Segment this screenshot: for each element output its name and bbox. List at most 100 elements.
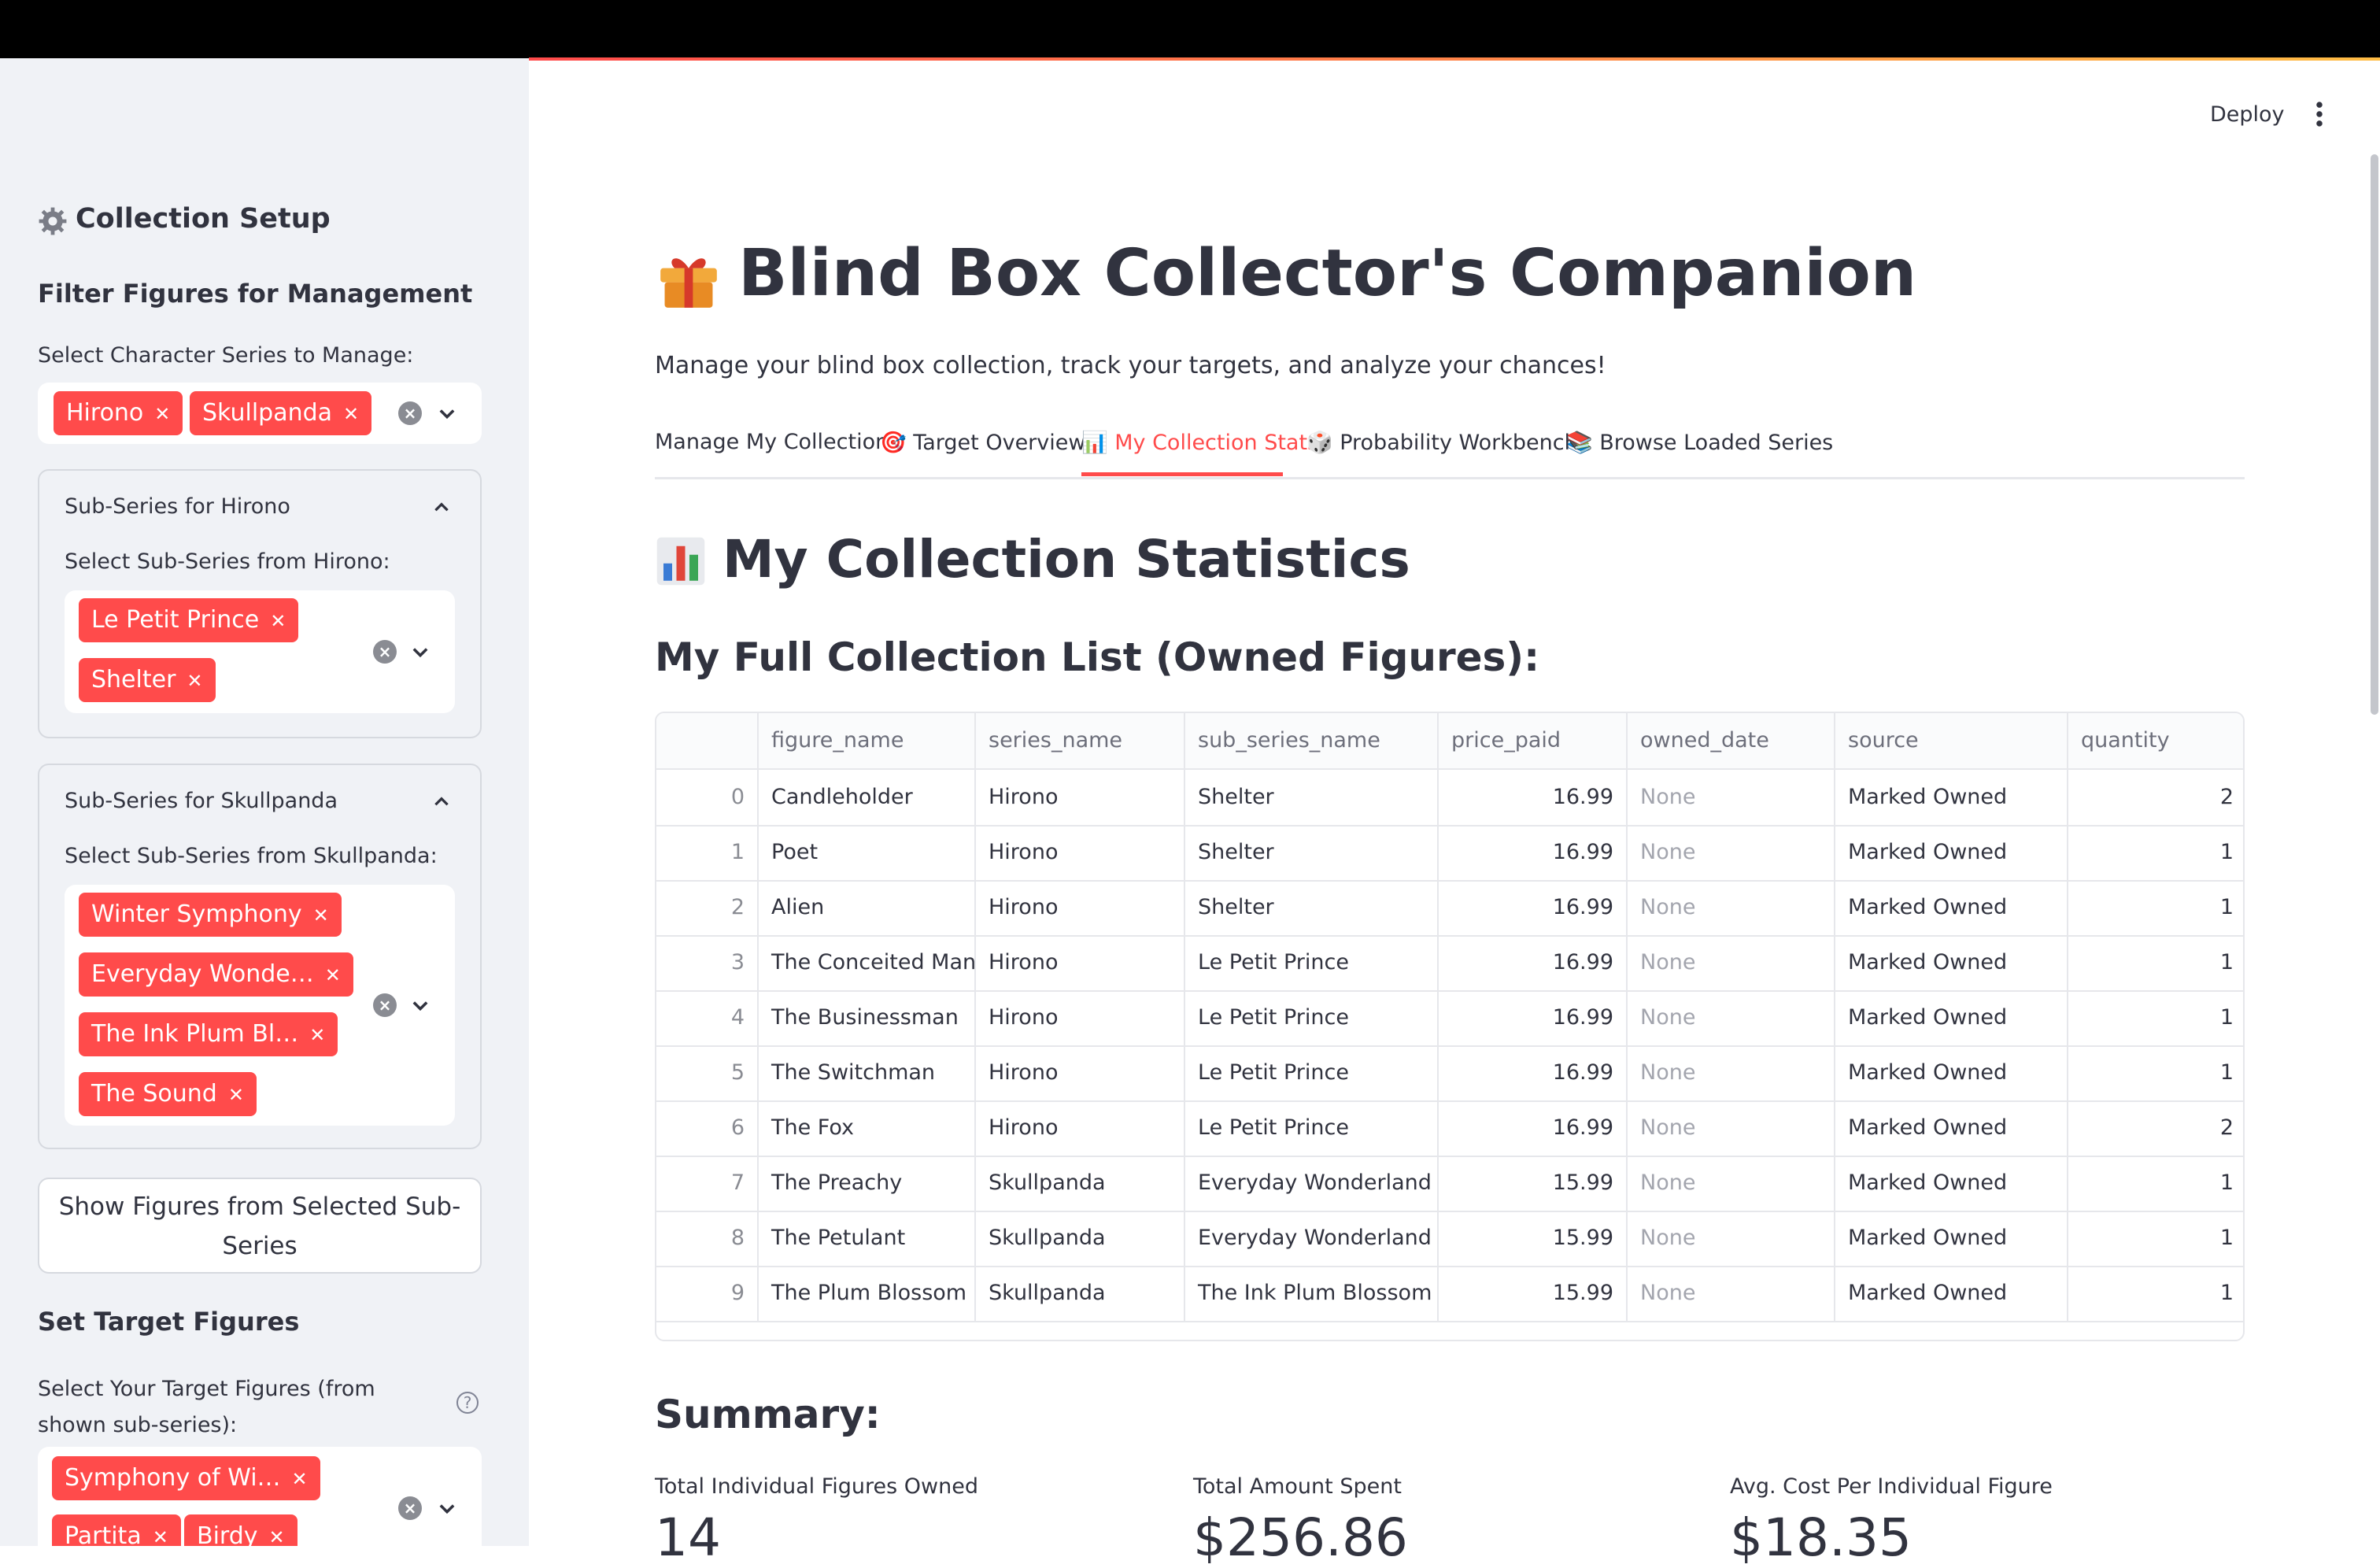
table-cell[interactable]: 1 — [2068, 935, 2243, 990]
table-cell[interactable]: 1 — [2068, 1156, 2243, 1211]
more-menu-icon[interactable] — [2314, 101, 2325, 128]
table-cell[interactable]: None — [1628, 1100, 1835, 1156]
table-cell[interactable]: Hirono — [976, 1100, 1185, 1156]
subseries-tag[interactable]: The Ink Plum Bl… ✕ — [79, 1012, 338, 1056]
table-cell[interactable]: Le Petit Prince — [1185, 1100, 1439, 1156]
table-cell[interactable]: Marked Owned — [1835, 990, 2068, 1045]
remove-icon[interactable]: ✕ — [154, 392, 170, 436]
skullpanda-subseries-multiselect[interactable]: Winter Symphony ✕ Everyday Wonde… ✕ The In… — [65, 885, 455, 1126]
series-tag-hirono[interactable]: Hirono ✕ — [54, 391, 183, 435]
clear-all-icon[interactable]: × — [398, 1496, 422, 1520]
table-cell[interactable]: 16.99 — [1439, 825, 1628, 880]
table-row[interactable]: 1 Poet Hirono Shelter 16.99 None Marked Owned 1 — [656, 825, 2243, 882]
table-cell[interactable]: Marked Owned — [1835, 880, 2068, 935]
row-index-cell[interactable]: 4 — [656, 990, 759, 1045]
table-row[interactable]: 4 The Businessman Hirono Le Petit Prince 16.… — [656, 990, 2243, 1047]
column-header[interactable]: sub_series_name — [1185, 713, 1439, 768]
table-cell[interactable]: 16.99 — [1439, 990, 1628, 1045]
table-cell[interactable]: Le Petit Prince — [1185, 1045, 1439, 1100]
table-cell[interactable]: None — [1628, 1211, 1835, 1266]
table-row[interactable]: 2 Alien Hirono Shelter 16.99 None Marked Owned… — [656, 880, 2243, 937]
show-figures-button[interactable]: Show Figures from Selected Sub-Series — [38, 1178, 482, 1274]
column-header[interactable]: quantity — [2068, 713, 2243, 768]
clear-all-icon[interactable]: × — [398, 401, 422, 425]
chevron-up-icon[interactable] — [431, 792, 452, 812]
table-cell[interactable]: 15.99 — [1439, 1156, 1628, 1211]
table-cell[interactable]: 1 — [2068, 880, 2243, 935]
row-index-cell[interactable]: 5 — [656, 1045, 759, 1100]
table-cell[interactable]: The Conceited Man — [759, 935, 976, 990]
table-cell[interactable]: None — [1628, 825, 1835, 880]
table-cell[interactable]: 2 — [2068, 770, 2243, 825]
table-row[interactable]: 0 Candleholder Hirono Shelter 16.99 None Marke… — [656, 770, 2243, 827]
table-cell[interactable]: Candleholder — [759, 770, 976, 825]
row-index-cell[interactable]: 7 — [656, 1156, 759, 1211]
remove-icon[interactable]: ✕ — [325, 953, 341, 997]
table-cell[interactable]: Everyday Wonderland — [1185, 1156, 1439, 1211]
table-cell[interactable]: None — [1628, 1156, 1835, 1211]
column-header-index[interactable] — [656, 713, 759, 768]
table-cell[interactable]: Alien — [759, 880, 976, 935]
table-cell[interactable]: Marked Owned — [1835, 1266, 2068, 1321]
table-cell[interactable]: 1 — [2068, 990, 2243, 1045]
table-cell[interactable]: None — [1628, 880, 1835, 935]
scrollbar[interactable] — [2371, 154, 2378, 715]
table-cell[interactable]: 1 — [2068, 1045, 2243, 1100]
table-cell[interactable]: Hirono — [976, 825, 1185, 880]
table-cell[interactable]: The Switchman — [759, 1045, 976, 1100]
column-header[interactable]: source — [1835, 713, 2068, 768]
remove-icon[interactable]: ✕ — [187, 659, 202, 703]
tab-collection-stats[interactable]: 📊 My Collection Stats — [1081, 430, 1318, 455]
table-cell[interactable]: Shelter — [1185, 770, 1439, 825]
series-tag-skullpanda[interactable]: Skullpanda ✕ — [190, 391, 372, 436]
table-cell[interactable]: Marked Owned — [1835, 1211, 2068, 1266]
table-row[interactable]: 7 The Preachy Skullpanda Everyday Wonderlan… — [656, 1156, 2243, 1212]
table-cell[interactable]: Marked Owned — [1835, 1045, 2068, 1100]
table-cell[interactable]: The Plum Blossom — [759, 1266, 976, 1321]
table-cell[interactable]: 16.99 — [1439, 1045, 1628, 1100]
table-cell[interactable]: Hirono — [976, 935, 1185, 990]
tab-browse-series[interactable]: 📚 Browse Loaded Series — [1566, 430, 1833, 455]
table-cell[interactable]: Skullpanda — [976, 1156, 1185, 1211]
table-row[interactable]: 3 The Conceited Man Hirono Le Petit Prince 1… — [656, 935, 2243, 992]
table-cell[interactable]: Hirono — [976, 880, 1185, 935]
table-cell[interactable]: Everyday Wonderland — [1185, 1211, 1439, 1266]
remove-icon[interactable]: ✕ — [270, 599, 286, 643]
subseries-tag[interactable]: Everyday Wonde… ✕ — [79, 952, 353, 997]
table-cell[interactable]: 15.99 — [1439, 1211, 1628, 1266]
collection-table[interactable]: figure_name series_name sub_series_name … — [655, 712, 2245, 1341]
tab-target-overview[interactable]: 🎯 Target Overview — [880, 430, 1085, 455]
chevron-up-icon[interactable] — [431, 497, 452, 518]
table-cell[interactable]: None — [1628, 770, 1835, 825]
column-header[interactable]: series_name — [976, 713, 1185, 768]
series-multiselect[interactable]: Hirono ✕ Skullpanda ✕ × — [38, 383, 482, 444]
remove-icon[interactable]: ✕ — [269, 1515, 285, 1546]
table-row[interactable]: 8 The Petulant Skullpanda Everyday Wonderla… — [656, 1211, 2243, 1267]
subseries-tag[interactable]: The Sound ✕ — [79, 1072, 257, 1116]
target-tag[interactable]: Symphony of Wi… ✕ — [52, 1456, 320, 1500]
subseries-tag[interactable]: Shelter ✕ — [79, 658, 216, 702]
column-header[interactable]: price_paid — [1439, 713, 1628, 768]
table-cell[interactable]: Shelter — [1185, 880, 1439, 935]
table-cell[interactable]: Le Petit Prince — [1185, 990, 1439, 1045]
expander-title[interactable]: Sub-Series for Hirono — [65, 494, 290, 519]
remove-icon[interactable]: ✕ — [343, 392, 359, 436]
table-cell[interactable]: 16.99 — [1439, 935, 1628, 990]
table-cell[interactable]: Hirono — [976, 990, 1185, 1045]
deploy-button[interactable]: Deploy — [2210, 102, 2285, 127]
expander-title[interactable]: Sub-Series for Skullpanda — [65, 789, 338, 813]
table-cell[interactable]: 1 — [2068, 825, 2243, 880]
table-cell[interactable]: 16.99 — [1439, 880, 1628, 935]
table-cell[interactable]: The Petulant — [759, 1211, 976, 1266]
table-cell[interactable]: Marked Owned — [1835, 1156, 2068, 1211]
row-index-cell[interactable]: 3 — [656, 935, 759, 990]
tab-probability-workbench[interactable]: 🎲 Probability Workbench — [1306, 430, 1578, 455]
table-cell[interactable]: Skullpanda — [976, 1211, 1185, 1266]
table-cell[interactable]: Le Petit Prince — [1185, 935, 1439, 990]
subseries-tag[interactable]: Winter Symphony ✕ — [79, 893, 342, 937]
row-index-cell[interactable]: 0 — [656, 770, 759, 825]
chevron-down-icon[interactable] — [409, 641, 431, 663]
table-cell[interactable]: None — [1628, 935, 1835, 990]
table-cell[interactable]: None — [1628, 990, 1835, 1045]
remove-icon[interactable]: ✕ — [313, 893, 329, 937]
